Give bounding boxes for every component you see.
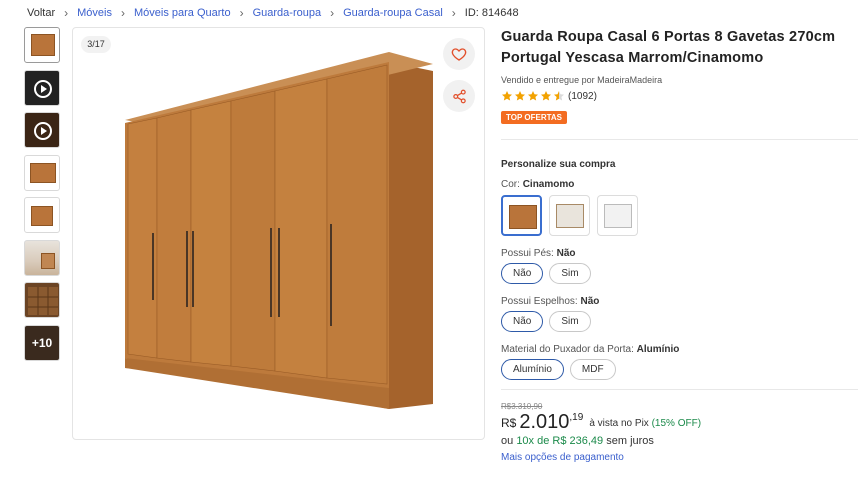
- color-swatch-2[interactable]: [549, 195, 590, 236]
- play-icon: [34, 79, 52, 98]
- main-product-image: 3/17: [72, 27, 485, 440]
- color-swatches: [501, 195, 858, 236]
- swatch-image: [509, 205, 537, 229]
- chevron-right-icon: ›: [330, 6, 335, 20]
- seller-info[interactable]: Vendido e entregue por MadeiraMadeira: [501, 75, 858, 85]
- mirrors-label: Possui Espelhos: Não: [501, 296, 858, 307]
- pix-info: à vista no Pix (15% OFF): [589, 418, 701, 429]
- wardrobe-illustration: [125, 52, 433, 409]
- price-row: R$ 2.010 ,19 à vista no Pix (15% OFF): [501, 412, 858, 432]
- review-count: (1092): [568, 90, 597, 102]
- product-id: ID: 814648: [464, 7, 519, 19]
- thumbnail-1[interactable]: [24, 27, 60, 63]
- swatch-image: [556, 204, 584, 228]
- product-title: Guarda Roupa Casal 6 Portas 8 Gavetas 27…: [501, 29, 836, 66]
- color-value: Cinamomo: [522, 179, 575, 190]
- thumbnail-video-1[interactable]: [24, 69, 60, 106]
- price-integer: 2.010: [519, 411, 570, 433]
- chevron-right-icon: ›: [120, 6, 125, 20]
- price-cents: ,19: [569, 412, 584, 423]
- old-price: R$3.310,90: [501, 402, 543, 411]
- breadcrumb-item-guarda-roupa-casal[interactable]: Guarda-roupa Casal: [343, 7, 443, 19]
- star-icon: [541, 91, 551, 101]
- thumbnail-5[interactable]: [24, 197, 60, 233]
- star-icon: [528, 91, 538, 101]
- breadcrumb-item-moveis-quarto[interactable]: Móveis para Quarto: [134, 7, 231, 19]
- feet-label-text: Possui Pés:: [501, 248, 554, 259]
- product-info-panel: Guarda Roupa Casal 6 Portas 8 Gavetas 27…: [501, 27, 858, 463]
- breadcrumb-item-moveis[interactable]: Móveis: [77, 7, 112, 19]
- more-thumbnails-label: +10: [31, 335, 53, 350]
- color-label: Cor: Cinamomo: [501, 179, 858, 190]
- rating[interactable]: (1092): [501, 88, 858, 104]
- thumbnail-video-2[interactable]: [24, 112, 60, 148]
- handle-material-label: Material do Puxador da Porta: Alumínio: [501, 344, 858, 355]
- wardrobe-thumb-image: [31, 206, 53, 226]
- handle-material-options: Alumínio MDF: [501, 359, 858, 380]
- feet-label: Possui Pés: Não: [501, 248, 858, 259]
- installments-value: 10x de R$ 236,49: [516, 435, 604, 447]
- thumbnail-6[interactable]: [24, 239, 60, 276]
- color-label-text: Cor:: [501, 179, 520, 190]
- mirrors-label-text: Possui Espelhos:: [501, 296, 578, 307]
- star-icon: [515, 91, 525, 101]
- pix-text: à vista no Pix: [589, 418, 649, 429]
- open-wardrobe-thumb-image: [28, 287, 58, 315]
- wardrobe-thumb-image: [30, 162, 56, 183]
- color-swatch-3[interactable]: [597, 195, 638, 236]
- customize-title: Personalize sua compra: [501, 159, 616, 170]
- color-swatch-cinamomo[interactable]: [501, 195, 542, 236]
- handle-option-aluminio[interactable]: Alumínio: [501, 359, 564, 380]
- installments: ou 10x de R$ 236,49 sem juros: [501, 435, 858, 447]
- chevron-right-icon: ›: [239, 6, 244, 20]
- mirrors-option-sim[interactable]: Sim: [549, 311, 591, 332]
- thumbnail-7[interactable]: [24, 282, 60, 318]
- star-icon: [502, 91, 512, 101]
- feet-value: Não: [556, 248, 576, 259]
- mirrors-value: Não: [580, 296, 600, 307]
- wardrobe-thumb-image: [31, 34, 55, 56]
- handle-option-mdf[interactable]: MDF: [569, 359, 616, 380]
- divider: [501, 139, 858, 140]
- chevron-right-icon: ›: [451, 6, 456, 20]
- installments-suffix: sem juros: [606, 435, 654, 447]
- installments-prefix: ou: [501, 435, 514, 447]
- feet-option-nao[interactable]: Não: [501, 263, 544, 284]
- handle-material-value: Alumínio: [636, 344, 680, 355]
- thumbnail-more[interactable]: +10: [24, 324, 60, 361]
- top-offers-badge: TOP OFERTAS: [501, 111, 568, 124]
- swatch-image: [604, 204, 632, 228]
- room-thumb-image: [41, 252, 55, 269]
- half-star-icon: [554, 91, 564, 101]
- play-icon: [34, 122, 52, 140]
- feet-option-sim[interactable]: Sim: [549, 263, 591, 284]
- back-link[interactable]: Voltar: [27, 7, 55, 19]
- handle-material-label-text: Material do Puxador da Porta:: [501, 344, 634, 355]
- breadcrumb-item-guarda-roupa[interactable]: Guarda-roupa: [253, 7, 322, 19]
- thumbnail-list: +10: [24, 27, 62, 367]
- mirrors-options: Não Sim: [501, 311, 858, 332]
- more-payment-options-link[interactable]: Mais opções de pagamento: [501, 452, 858, 463]
- thumbnail-4[interactable]: [24, 154, 60, 191]
- chevron-right-icon: ›: [64, 6, 69, 20]
- star-rating: [501, 90, 565, 102]
- divider: [501, 389, 858, 390]
- feet-options: Não Sim: [501, 263, 858, 284]
- breadcrumb: Voltar › Móveis › Móveis para Quarto › G…: [27, 5, 519, 21]
- pix-discount: (15% OFF): [651, 418, 702, 429]
- price-currency: R$: [501, 416, 517, 430]
- mirrors-option-nao[interactable]: Não: [501, 311, 544, 332]
